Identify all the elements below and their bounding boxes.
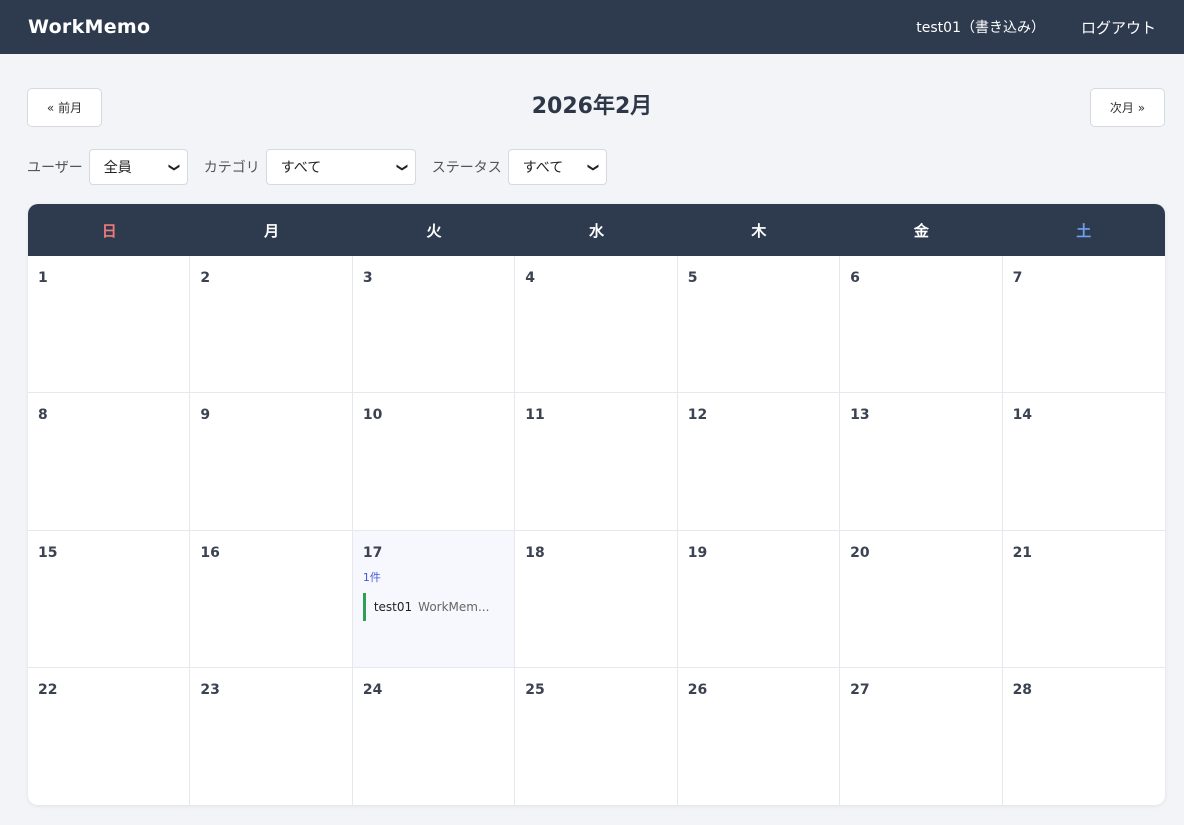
- month-title: 2026年2月: [531, 94, 653, 119]
- category-filter-label: カテゴリ: [203, 160, 260, 176]
- day-cell[interactable]: 6: [840, 256, 1003, 394]
- day-number: 19: [687, 544, 708, 561]
- day-cell[interactable]: 16: [190, 530, 353, 668]
- day-cell[interactable]: 2: [190, 256, 353, 394]
- day-cell[interactable]: 4: [515, 256, 678, 394]
- day-cell[interactable]: 24: [353, 667, 516, 805]
- weekday-fri: 金: [913, 221, 929, 240]
- day-number: 25: [525, 681, 545, 698]
- day-cell[interactable]: 26: [678, 667, 841, 805]
- day-number: 16: [200, 544, 220, 561]
- weekday-tue: 火: [426, 221, 442, 240]
- day-number: 8: [38, 407, 48, 424]
- day-cell[interactable]: 12: [677, 393, 841, 531]
- weekday-wed: 水: [588, 221, 604, 240]
- day-cell[interactable]: 7: [1002, 256, 1165, 394]
- day-cell-with-memo[interactable]: 17 1件 test01 WorkMem...: [352, 530, 516, 668]
- day-number: 24: [362, 681, 383, 698]
- chevron-down-icon: ❯: [395, 162, 409, 172]
- day-number: 1: [38, 270, 48, 286]
- day-cell[interactable]: 21: [1002, 531, 1165, 668]
- day-number: 9: [200, 407, 211, 424]
- category-filter-value: すべて: [280, 160, 322, 176]
- day-cell[interactable]: 8: [28, 393, 191, 531]
- day-cell[interactable]: 10: [352, 393, 516, 531]
- day-cell[interactable]: 5: [677, 256, 841, 394]
- category-filter-select[interactable]: すべて ❯: [265, 149, 416, 185]
- day-cell[interactable]: 15: [28, 530, 191, 668]
- day-number: 6: [850, 270, 860, 286]
- day-cell[interactable]: 18: [515, 530, 678, 668]
- top-nav-bar: WorkMemo test01（書き込み） ログアウト: [0, 0, 1184, 54]
- day-number: 2: [200, 270, 211, 286]
- weekday-mon: 月: [264, 221, 280, 240]
- day-cell[interactable]: 22: [28, 667, 191, 805]
- day-number: 4: [525, 270, 536, 286]
- day-cell[interactable]: 11: [515, 393, 678, 531]
- memo-item[interactable]: test01 WorkMem...: [362, 592, 504, 621]
- day-number: 27: [850, 681, 870, 698]
- day-number: 20: [850, 544, 870, 561]
- day-cell[interactable]: 13: [840, 393, 1003, 531]
- day-cell[interactable]: 3: [352, 256, 516, 394]
- weekday-thu: 木: [751, 221, 767, 240]
- day-number: 3: [362, 270, 373, 286]
- day-cell[interactable]: 14: [1002, 393, 1165, 531]
- current-user-label: test01（書き込み）: [916, 20, 1045, 36]
- day-number: 14: [1012, 407, 1033, 424]
- chevron-down-icon: ❯: [586, 162, 600, 172]
- filter-bar: ユーザー 全員 ❯ カテゴリ すべて ❯ ステータス すべて ❯: [27, 149, 623, 185]
- logout-link[interactable]: ログアウト: [1081, 17, 1156, 38]
- prev-month-button[interactable]: « 前月: [27, 88, 102, 127]
- status-filter-select[interactable]: すべて ❯: [507, 149, 607, 185]
- day-cell[interactable]: 19: [677, 530, 841, 668]
- calendar-grid: 日 月 火 水 木 金 土 1 2 3 4 5 6 7 8 9 10 11 12…: [28, 204, 1165, 805]
- day-number: 26: [687, 681, 708, 698]
- status-filter-value: すべて: [522, 160, 564, 176]
- day-cell[interactable]: 27: [840, 667, 1003, 805]
- day-number: 15: [38, 544, 58, 561]
- day-number: 12: [687, 407, 708, 424]
- day-number: 23: [200, 681, 220, 698]
- day-cell[interactable]: 23: [190, 667, 353, 805]
- user-filter-value: 全員: [103, 160, 132, 176]
- next-month-button[interactable]: 次月 »: [1090, 88, 1165, 127]
- calendar-body: 1 2 3 4 5 6 7 8 9 10 11 12 13 14 15 16 1…: [28, 256, 1165, 805]
- top-nav-actions: test01（書き込み） ログアウト: [916, 17, 1156, 38]
- day-number: 11: [525, 407, 545, 424]
- memo-title: WorkMem...: [418, 599, 490, 614]
- app-brand[interactable]: WorkMemo: [28, 16, 150, 38]
- status-filter-label: ステータス: [431, 160, 502, 176]
- day-cell[interactable]: 9: [190, 393, 353, 531]
- memo-count-badge: 1件: [362, 570, 381, 584]
- weekday-sat: 土: [1076, 221, 1092, 240]
- weekday-sun: 日: [101, 221, 117, 240]
- weekday-header: 日 月 火 水 木 金 土: [28, 204, 1165, 256]
- day-number: 10: [362, 407, 383, 424]
- day-cell[interactable]: 25: [515, 667, 678, 805]
- day-cell[interactable]: 1: [28, 256, 191, 394]
- day-cell[interactable]: 28: [1003, 668, 1165, 805]
- day-cell[interactable]: 20: [840, 530, 1003, 668]
- day-number: 5: [687, 270, 698, 286]
- day-number: 21: [1012, 544, 1033, 561]
- day-number: 18: [525, 544, 545, 561]
- day-number: 22: [38, 681, 58, 698]
- day-number: 17: [362, 544, 383, 561]
- memo-user: test01: [373, 599, 413, 614]
- day-number: 28: [1012, 681, 1033, 698]
- user-filter-select[interactable]: 全員 ❯: [88, 149, 188, 185]
- chevron-down-icon: ❯: [167, 162, 181, 172]
- user-filter-label: ユーザー: [27, 160, 83, 176]
- day-number: 7: [1012, 270, 1023, 286]
- day-number: 13: [850, 407, 870, 424]
